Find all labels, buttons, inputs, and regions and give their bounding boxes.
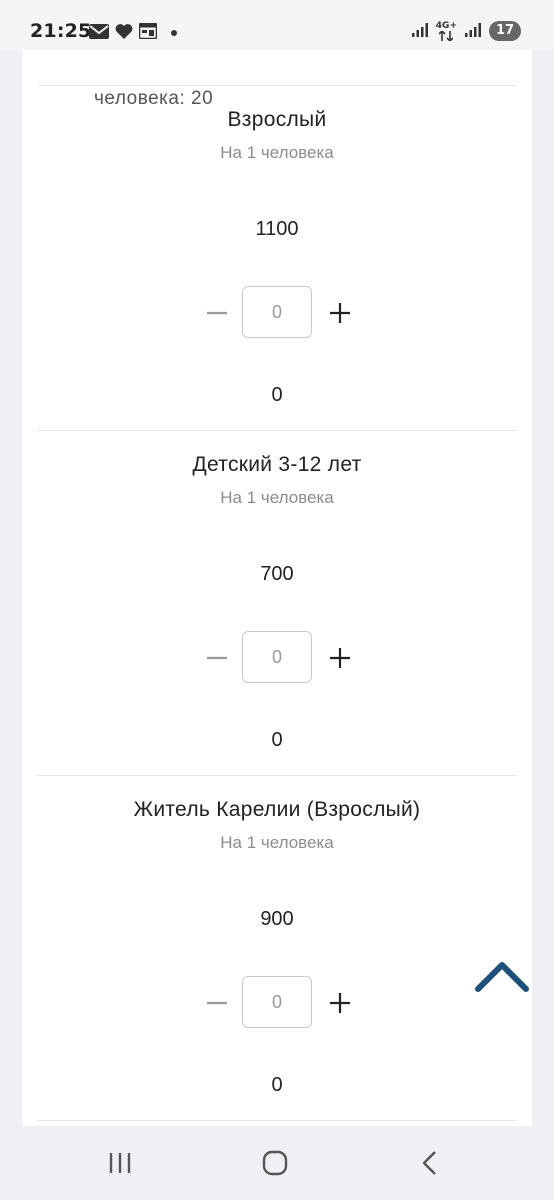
quantity-stepper <box>37 286 517 340</box>
signal-icon-2 <box>465 22 481 41</box>
ticket-total: 0 <box>271 1074 283 1096</box>
home-icon <box>262 1150 288 1176</box>
ticket-price: 900 <box>260 908 294 930</box>
ticket-total: 0 <box>271 729 283 751</box>
plus-icon <box>330 648 350 668</box>
quantity-input[interactable] <box>242 631 312 683</box>
status-time: 21:25 <box>30 20 92 42</box>
ticket-title: Взрослый <box>227 108 327 131</box>
ticket-subtitle: На 1 человека <box>220 488 334 507</box>
minus-icon <box>207 656 227 660</box>
status-bar: 21:25 4G+ 17 <box>0 0 554 50</box>
increment-button[interactable] <box>327 645 353 671</box>
plus-icon <box>330 993 350 1013</box>
recent-apps-icon <box>109 1153 131 1173</box>
back-icon <box>422 1151 436 1175</box>
ticket-total: 0 <box>271 384 283 406</box>
quantity-input[interactable] <box>242 286 312 338</box>
quantity-stepper <box>37 976 517 1030</box>
signal-icon <box>411 22 428 41</box>
network-label: 4G+ <box>435 20 457 31</box>
network-type-icon: 4G+ <box>435 20 457 41</box>
system-icons: 4G+ 17 <box>411 20 521 41</box>
minus-icon <box>207 311 227 315</box>
screen: 21:25 4G+ 17 человека: 20 Взрослый На 1 … <box>0 0 554 1200</box>
decrement-button[interactable] <box>204 645 230 671</box>
decrement-button[interactable] <box>204 990 230 1016</box>
increment-button[interactable] <box>327 300 353 326</box>
notification-icons <box>89 22 177 43</box>
dot-icon <box>171 30 177 36</box>
battery-icon: 17 <box>489 21 521 41</box>
ticket-price: 1100 <box>255 218 299 240</box>
chevron-up-icon <box>475 962 529 992</box>
ticket-title: Житель Карелии (Взрослый) <box>133 798 421 821</box>
mail-icon <box>89 23 109 43</box>
quantity-stepper <box>37 631 517 685</box>
system-nav-bar <box>0 1126 554 1200</box>
home-button[interactable] <box>255 1148 295 1178</box>
decrement-button[interactable] <box>204 300 230 326</box>
ticket-price: 700 <box>260 563 294 585</box>
quantity-input[interactable] <box>242 976 312 1028</box>
calendar-icon <box>138 22 158 43</box>
ticket-child: Детский 3-12 лет На 1 человека 700 0 <box>37 430 517 776</box>
increment-button[interactable] <box>327 990 353 1016</box>
scroll-to-top-button[interactable] <box>474 955 530 995</box>
ticket-adult: Взрослый На 1 человека 1100 0 <box>37 85 517 431</box>
ticket-karelia-adult: Житель Карелии (Взрослый) На 1 человека … <box>37 775 517 1121</box>
ticket-subtitle: На 1 человека <box>220 143 334 162</box>
tickets-card: человека: 20 Взрослый На 1 человека 1100… <box>22 50 532 1130</box>
ticket-title: Детский 3-12 лет <box>192 453 362 476</box>
recent-apps-button[interactable] <box>100 1148 140 1178</box>
minus-icon <box>207 1001 227 1005</box>
heart-icon <box>115 23 133 43</box>
plus-icon <box>330 303 350 323</box>
ticket-subtitle: На 1 человека <box>220 833 334 852</box>
back-button[interactable] <box>410 1148 450 1178</box>
